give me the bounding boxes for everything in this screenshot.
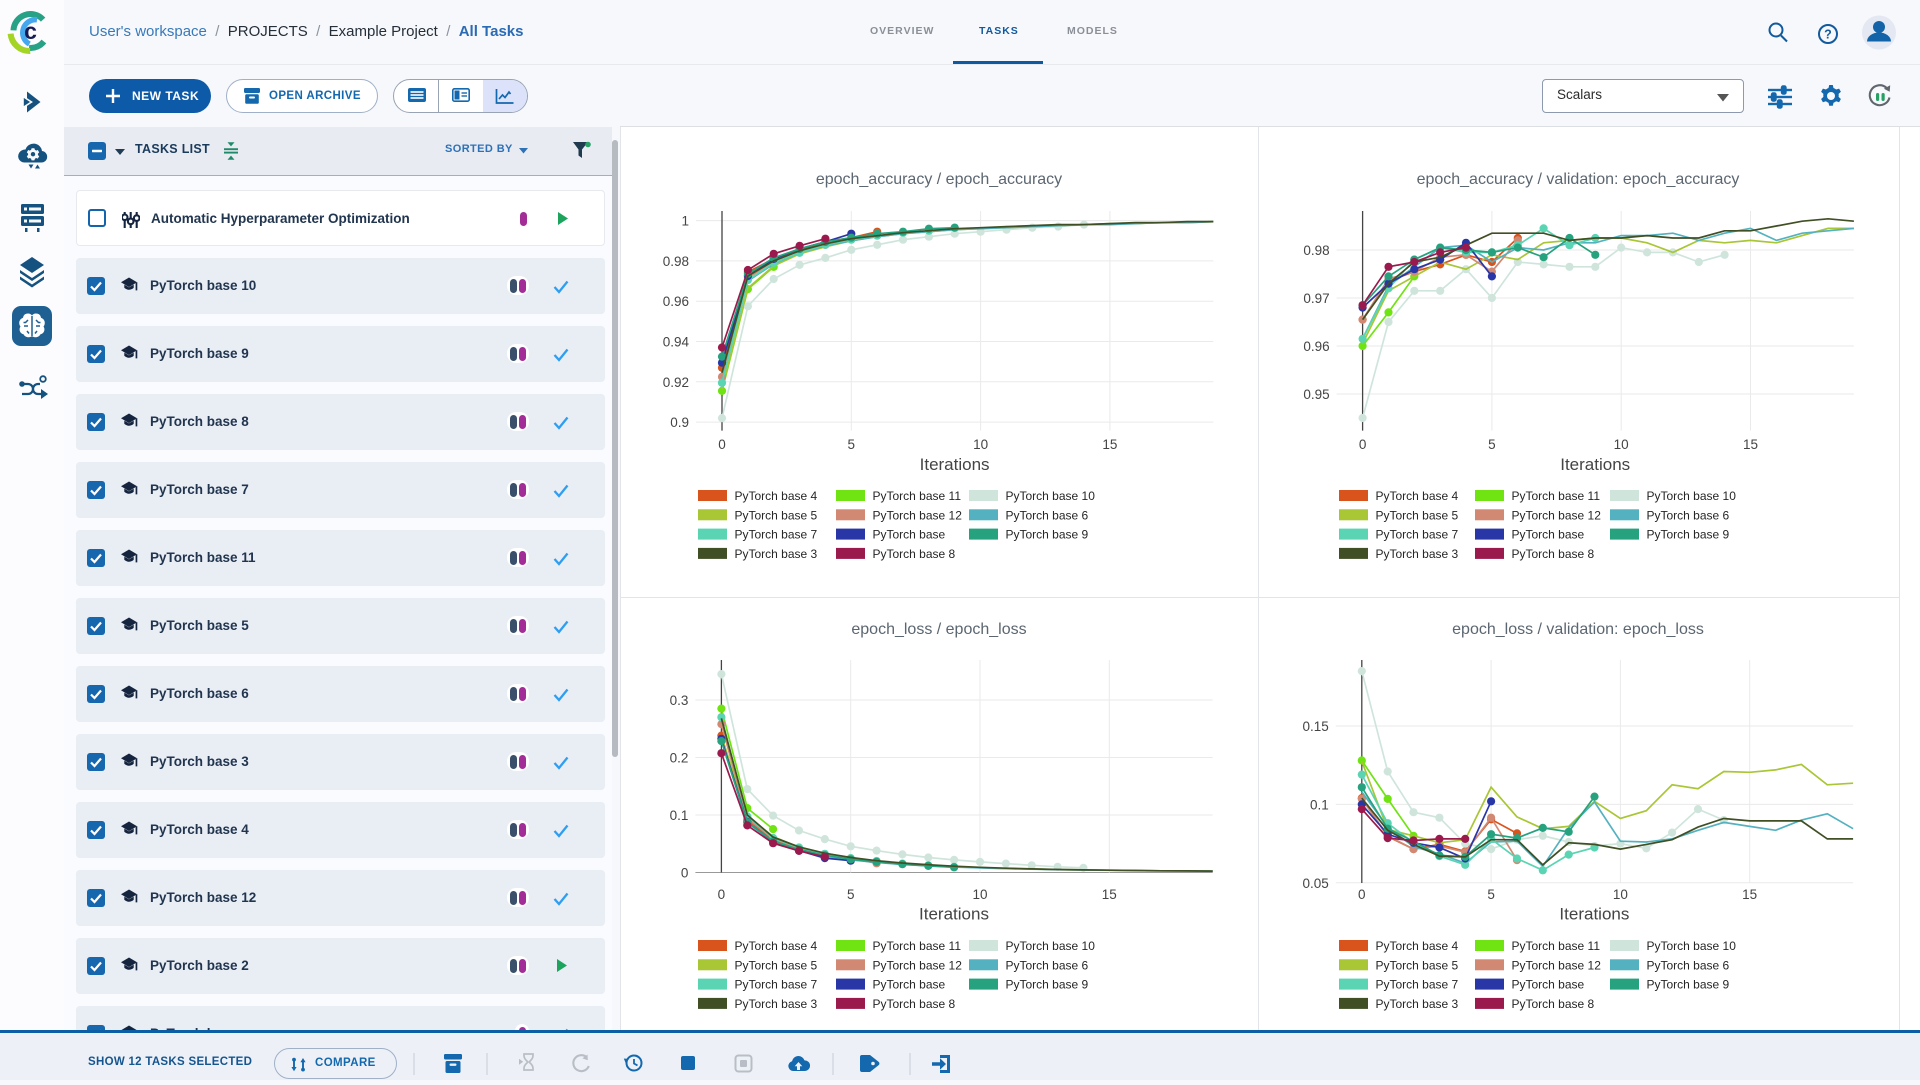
svg-text:PyTorch base 3: PyTorch base 3 — [735, 997, 818, 1011]
svg-text:?: ? — [1824, 28, 1832, 42]
svg-text:PyTorch base 5: PyTorch base 5 — [735, 958, 818, 972]
svg-text:5: 5 — [1488, 437, 1496, 452]
svg-text:0.2: 0.2 — [670, 751, 689, 766]
svg-text:PyTorch base 8: PyTorch base 8 — [1512, 997, 1595, 1011]
svg-text:0.96: 0.96 — [663, 294, 689, 309]
svg-text:PyTorch base 9: PyTorch base 9 — [1006, 528, 1089, 542]
svg-text:PyTorch base 6: PyTorch base 6 — [1006, 508, 1089, 522]
svg-text:PyTorch base 10: PyTorch base 10 — [1647, 489, 1737, 503]
svg-text:PyTorch base 9: PyTorch base 9 — [1647, 528, 1730, 542]
svg-text:PyTorch base 10: PyTorch base 10 — [1647, 939, 1737, 953]
svg-text:0.98: 0.98 — [663, 254, 689, 269]
svg-text:5: 5 — [847, 887, 855, 902]
svg-text:0: 0 — [1359, 437, 1367, 452]
svg-text:0: 0 — [1358, 887, 1366, 902]
svg-text:0.1: 0.1 — [670, 808, 689, 823]
svg-text:PyTorch base: PyTorch base — [873, 978, 946, 992]
svg-text:0.9: 0.9 — [670, 415, 689, 430]
svg-text:0.97: 0.97 — [1303, 291, 1329, 306]
svg-text:1: 1 — [681, 214, 689, 229]
svg-text:PyTorch base 11: PyTorch base 11 — [873, 489, 962, 503]
svg-text:PyTorch base 10: PyTorch base 10 — [1006, 489, 1096, 503]
svg-text:PyTorch base 4: PyTorch base 4 — [1376, 939, 1459, 953]
svg-text:0: 0 — [718, 437, 726, 452]
svg-text:PyTorch base: PyTorch base — [1512, 978, 1585, 992]
svg-text:PyTorch base 7: PyTorch base 7 — [1376, 978, 1459, 992]
svg-text:PyTorch base 9: PyTorch base 9 — [1647, 978, 1730, 992]
svg-text:PyTorch base 7: PyTorch base 7 — [1376, 528, 1459, 542]
svg-text:PyTorch base 6: PyTorch base 6 — [1647, 958, 1730, 972]
svg-text:10: 10 — [973, 437, 988, 452]
svg-text:0.3: 0.3 — [670, 693, 689, 708]
svg-text:PyTorch base 12: PyTorch base 12 — [873, 958, 963, 972]
svg-text:15: 15 — [1102, 887, 1117, 902]
svg-text:PyTorch base 11: PyTorch base 11 — [1512, 939, 1601, 953]
svg-text:PyTorch base 9: PyTorch base 9 — [1006, 978, 1089, 992]
svg-text:PyTorch base: PyTorch base — [1512, 528, 1585, 542]
svg-text:PyTorch base 5: PyTorch base 5 — [1376, 958, 1459, 972]
svg-text:PyTorch base 10: PyTorch base 10 — [1006, 939, 1096, 953]
svg-text:PyTorch base: PyTorch base — [873, 528, 946, 542]
svg-text:PyTorch base 4: PyTorch base 4 — [735, 939, 818, 953]
svg-text:15: 15 — [1743, 437, 1758, 452]
svg-text:15: 15 — [1742, 887, 1757, 902]
svg-text:PyTorch base 12: PyTorch base 12 — [1512, 958, 1602, 972]
svg-text:PyTorch base 11: PyTorch base 11 — [1512, 489, 1601, 503]
svg-text:PyTorch base 11: PyTorch base 11 — [873, 939, 962, 953]
svg-text:0: 0 — [718, 887, 726, 902]
svg-text:PyTorch base 3: PyTorch base 3 — [1376, 997, 1459, 1011]
svg-text:Iterations: Iterations — [1559, 905, 1629, 924]
svg-text:15: 15 — [1102, 437, 1117, 452]
svg-text:0.96: 0.96 — [1303, 339, 1329, 354]
svg-text:PyTorch base 6: PyTorch base 6 — [1006, 958, 1089, 972]
svg-text:PyTorch base 5: PyTorch base 5 — [1376, 508, 1459, 522]
svg-text:5: 5 — [848, 437, 856, 452]
svg-text:PyTorch base 4: PyTorch base 4 — [1376, 489, 1459, 503]
svg-text:PyTorch base 12: PyTorch base 12 — [873, 508, 963, 522]
svg-text:0.1: 0.1 — [1310, 797, 1329, 812]
svg-text:Iterations: Iterations — [920, 455, 990, 474]
svg-text:0.94: 0.94 — [663, 335, 690, 350]
svg-text:PyTorch base 8: PyTorch base 8 — [873, 997, 956, 1011]
svg-text:PyTorch base 6: PyTorch base 6 — [1647, 508, 1730, 522]
svg-text:PyTorch base 7: PyTorch base 7 — [735, 528, 818, 542]
svg-text:PyTorch base 7: PyTorch base 7 — [735, 978, 818, 992]
svg-text:0.98: 0.98 — [1303, 243, 1329, 258]
svg-text:PyTorch base 12: PyTorch base 12 — [1512, 508, 1602, 522]
svg-text:0: 0 — [681, 866, 689, 881]
svg-text:PyTorch base 4: PyTorch base 4 — [735, 489, 818, 503]
svg-text:10: 10 — [1614, 437, 1629, 452]
svg-text:10: 10 — [1613, 887, 1628, 902]
svg-text:PyTorch base 5: PyTorch base 5 — [735, 508, 818, 522]
svg-text:epoch_loss / epoch_loss: epoch_loss / epoch_loss — [851, 621, 1026, 638]
svg-text:5: 5 — [1487, 887, 1495, 902]
svg-text:PyTorch base 3: PyTorch base 3 — [1376, 547, 1459, 561]
svg-text:epoch_accuracy / epoch_accurac: epoch_accuracy / epoch_accuracy — [816, 171, 1062, 188]
svg-text:0.05: 0.05 — [1303, 876, 1329, 891]
svg-text:epoch_loss / validation: epoch: epoch_loss / validation: epoch_loss — [1452, 621, 1704, 638]
svg-text:c: c — [24, 18, 37, 44]
svg-text:0.15: 0.15 — [1303, 719, 1329, 734]
svg-text:Iterations: Iterations — [919, 905, 989, 924]
svg-text:epoch_accuracy / validation: e: epoch_accuracy / validation: epoch_accur… — [1417, 171, 1740, 188]
svg-text:Iterations: Iterations — [1560, 455, 1630, 474]
svg-text:PyTorch base 8: PyTorch base 8 — [1512, 547, 1595, 561]
svg-text:PyTorch base 8: PyTorch base 8 — [873, 547, 956, 561]
svg-text:0.95: 0.95 — [1303, 387, 1329, 402]
svg-text:PyTorch base 3: PyTorch base 3 — [735, 547, 818, 561]
svg-text:10: 10 — [972, 887, 987, 902]
svg-text:0.92: 0.92 — [663, 375, 689, 390]
